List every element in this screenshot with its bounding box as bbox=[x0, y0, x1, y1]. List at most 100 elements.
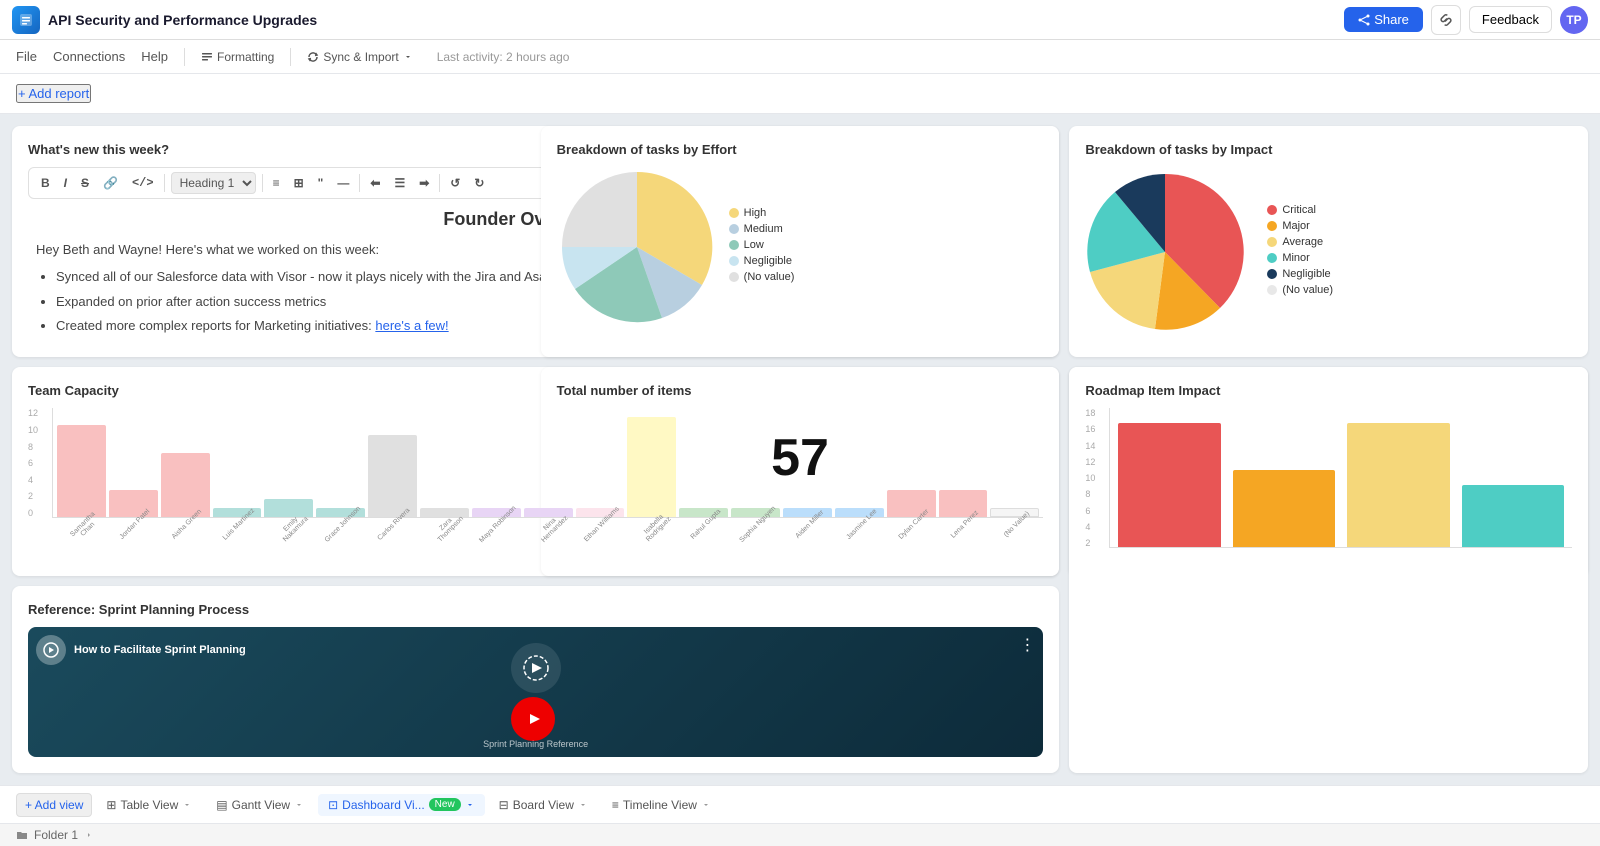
top-bar: API Security and Performance Upgrades Sh… bbox=[0, 0, 1600, 40]
legend-medium: Medium bbox=[729, 223, 795, 235]
legend-label-critical: Critical bbox=[1282, 204, 1316, 216]
link-button-editor[interactable]: 🔗 bbox=[99, 174, 122, 192]
legend-dot-medium bbox=[729, 224, 739, 234]
formatting-menu[interactable]: Formatting bbox=[201, 50, 274, 64]
roadmap-card: Roadmap Item Impact 18 16 14 12 10 8 6 4… bbox=[1069, 367, 1588, 773]
legend-dot-negligible bbox=[729, 256, 739, 266]
legend-dot-novalue bbox=[729, 272, 739, 282]
roadmap-title: Roadmap Item Impact bbox=[1085, 383, 1572, 398]
folder-label: Folder 1 bbox=[34, 828, 78, 842]
video-play-button[interactable] bbox=[511, 697, 555, 741]
strikethrough-button[interactable]: S bbox=[77, 174, 93, 192]
tab-chevron bbox=[182, 800, 192, 810]
effort-chart-wrapper: High Medium Low Negligible (No value) bbox=[557, 167, 1044, 327]
link-button[interactable] bbox=[1431, 5, 1461, 35]
app-title: API Security and Performance Upgrades bbox=[48, 12, 1336, 28]
bar-chart-area bbox=[52, 408, 1043, 518]
roadmap-y-axis: 18 16 14 12 10 8 6 4 2 bbox=[1085, 408, 1095, 548]
tab-board-view[interactable]: ⊟ Board View bbox=[489, 794, 598, 816]
folder-icon bbox=[16, 829, 28, 841]
legend-label-medium: Medium bbox=[744, 223, 783, 235]
impact-legend: Critical Major Average Minor Negligible bbox=[1267, 204, 1333, 300]
bold-button[interactable]: B bbox=[37, 174, 54, 192]
legend-label-minor: Minor bbox=[1282, 252, 1310, 264]
redo-button[interactable]: ↻ bbox=[470, 174, 488, 192]
legend-novalue-impact: (No value) bbox=[1267, 284, 1333, 296]
add-view-button[interactable]: + Add view bbox=[16, 793, 92, 817]
heading-select[interactable]: Heading 1 Heading 2 Normal bbox=[171, 172, 256, 194]
legend-minor: Minor bbox=[1267, 252, 1333, 264]
gantt-icon: ▤ bbox=[216, 798, 227, 812]
legend-dot-average bbox=[1267, 237, 1277, 247]
bullet-list-button[interactable]: ≡ bbox=[269, 174, 284, 192]
align-left-button[interactable]: ⬅ bbox=[366, 174, 384, 192]
bar-samantha bbox=[57, 425, 106, 517]
undo-button[interactable]: ↺ bbox=[446, 174, 464, 192]
last-activity: Last activity: 2 hours ago bbox=[437, 50, 570, 64]
legend-average: Average bbox=[1267, 236, 1333, 248]
legend-neg-impact: Negligible bbox=[1267, 268, 1333, 280]
menu-divider bbox=[184, 48, 185, 66]
table-icon: ⊞ bbox=[106, 798, 116, 812]
dashboard: What's new this week? B I S 🔗 </> Headin… bbox=[0, 114, 1600, 785]
effort-legend: High Medium Low Negligible (No value) bbox=[729, 207, 795, 287]
bullet-link[interactable]: here's a few! bbox=[375, 318, 448, 333]
roadmap-chart: 18 16 14 12 10 8 6 4 2 bbox=[1085, 408, 1572, 548]
toolbar-divider-2 bbox=[262, 174, 263, 192]
effort-pie-svg bbox=[557, 167, 717, 327]
bar-isabella bbox=[627, 417, 676, 517]
quote-button[interactable]: " bbox=[314, 174, 328, 192]
toolbar-divider bbox=[164, 174, 165, 192]
add-report-bar: + Add report bbox=[0, 74, 1600, 114]
legend-critical: Critical bbox=[1267, 204, 1333, 216]
align-center-button[interactable]: ☰ bbox=[390, 174, 409, 192]
tab-chevron-board bbox=[578, 800, 588, 810]
add-report-button[interactable]: + Add report bbox=[16, 84, 91, 103]
impact-chart-card: Breakdown of tasks by Impact bbox=[1069, 126, 1588, 357]
menu-bar: File Connections Help Formatting Sync & … bbox=[0, 40, 1600, 74]
impact-chart-wrapper: Critical Major Average Minor Negligible bbox=[1085, 167, 1572, 337]
tab-timeline-view[interactable]: ≡ Timeline View bbox=[602, 794, 721, 816]
timeline-icon: ≡ bbox=[612, 798, 619, 812]
align-right-button[interactable]: ➡ bbox=[415, 174, 433, 192]
legend-dot-high bbox=[729, 208, 739, 218]
legend-label-major: Major bbox=[1282, 220, 1310, 232]
legend-label-novalue: (No value) bbox=[744, 271, 795, 283]
legend-dot-major bbox=[1267, 221, 1277, 231]
legend-negligible: Negligible bbox=[729, 255, 795, 267]
legend-label-low: Low bbox=[744, 239, 764, 251]
legend-label-neg-impact: Negligible bbox=[1282, 268, 1330, 280]
code-button[interactable]: </> bbox=[128, 174, 158, 192]
legend-dot-neg-impact bbox=[1267, 269, 1277, 279]
tab-table-view[interactable]: ⊞ Table View bbox=[96, 794, 202, 816]
toolbar-divider-3 bbox=[359, 174, 360, 192]
tab-chevron-gantt bbox=[294, 800, 304, 810]
feedback-button[interactable]: Feedback bbox=[1469, 6, 1552, 33]
menu-divider-2 bbox=[290, 48, 291, 66]
video-menu-button[interactable]: ⋮ bbox=[1019, 635, 1035, 655]
menu-file[interactable]: File bbox=[16, 49, 37, 64]
y-axis: 12 10 8 6 4 2 0 bbox=[28, 408, 38, 518]
legend-dot-low bbox=[729, 240, 739, 250]
italic-button[interactable]: I bbox=[60, 174, 71, 192]
legend-high: High bbox=[729, 207, 795, 219]
menu-help[interactable]: Help bbox=[141, 49, 168, 64]
toolbar-divider-4 bbox=[439, 174, 440, 192]
sync-menu[interactable]: Sync & Import bbox=[307, 50, 412, 64]
hr-button[interactable]: — bbox=[333, 174, 353, 192]
legend-label-high: High bbox=[744, 207, 767, 219]
total-items-title: Total number of items bbox=[557, 383, 692, 398]
legend-low: Low bbox=[729, 239, 795, 251]
folder-chevron bbox=[84, 830, 94, 840]
menu-connections[interactable]: Connections bbox=[53, 49, 125, 64]
legend-dot-minor bbox=[1267, 253, 1277, 263]
tab-dashboard-view[interactable]: ⊡ Dashboard Vi... New bbox=[318, 794, 485, 816]
dashboard-icon: ⊡ bbox=[328, 798, 338, 812]
share-button[interactable]: Share bbox=[1344, 7, 1423, 32]
impact-chart-title: Breakdown of tasks by Impact bbox=[1085, 142, 1572, 157]
ordered-list-button[interactable]: ⊞ bbox=[290, 174, 308, 192]
video-title-text: How to Facilitate Sprint Planning bbox=[74, 644, 246, 656]
board-icon: ⊟ bbox=[499, 798, 509, 812]
tab-chevron-dashboard bbox=[465, 800, 475, 810]
tab-gantt-view[interactable]: ▤ Gantt View bbox=[206, 794, 314, 816]
